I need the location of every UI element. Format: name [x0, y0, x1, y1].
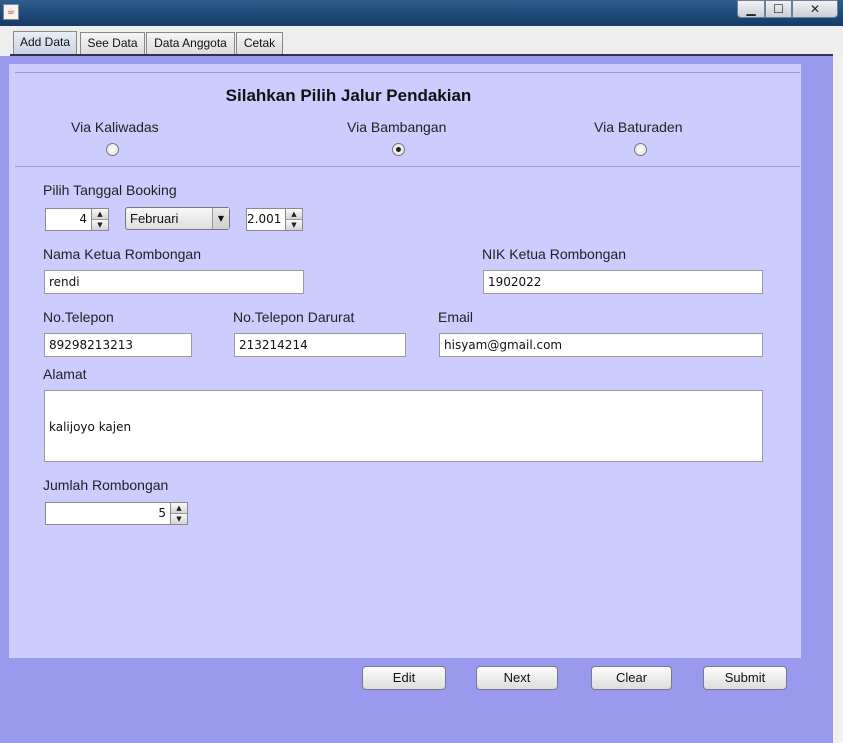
phone-field[interactable]: 89298213213 — [44, 333, 192, 357]
month-value: Februari — [130, 211, 179, 226]
leader-nik-label: NIK Ketua Rombongan — [482, 246, 626, 262]
month-select[interactable]: Februari ▼ — [125, 207, 230, 230]
tab-cetak[interactable]: Cetak — [236, 32, 283, 54]
chevron-down-icon[interactable]: ▼ — [212, 208, 229, 229]
tab-data-anggota[interactable]: Data Anggota — [146, 32, 235, 54]
window-right-border — [833, 56, 843, 743]
edit-button[interactable]: Edit — [362, 666, 446, 690]
route-separator — [15, 166, 800, 167]
tab-see-data[interactable]: See Data — [80, 32, 145, 54]
spinner-up-icon[interactable]: ▲ — [286, 209, 302, 220]
address-label: Alamat — [43, 366, 87, 382]
java-cup-icon: ☕ — [3, 4, 19, 20]
window-title-bar[interactable] — [0, 0, 843, 26]
route-label-bambangan: Via Bambangan — [347, 119, 447, 135]
next-button[interactable]: Next — [476, 666, 558, 690]
spinner-down-icon[interactable]: ▼ — [92, 219, 108, 230]
submit-button[interactable]: Submit — [703, 666, 787, 690]
page-title: Silahkan Pilih Jalur Pendakian — [225, 86, 472, 105]
close-button[interactable]: ✕ — [792, 0, 838, 18]
year-value[interactable]: 2.001 — [247, 209, 285, 230]
maximize-button[interactable]: ☐ — [765, 0, 792, 18]
email-field[interactable]: hisyam@gmail.com — [439, 333, 763, 357]
emergency-phone-label: No.Telepon Darurat — [233, 309, 355, 325]
day-spinner[interactable]: 4 ▲ ▼ — [45, 208, 109, 231]
spinner-down-icon[interactable]: ▼ — [286, 219, 302, 230]
form-panel — [9, 64, 801, 658]
group-size-label: Jumlah Rombongan — [43, 477, 169, 493]
route-radio-baturaden[interactable] — [634, 143, 647, 156]
address-textarea[interactable]: kalijoyo kajen — [44, 390, 763, 462]
day-value[interactable]: 4 — [46, 209, 91, 230]
minimize-button[interactable]: ▁ — [737, 0, 765, 18]
booking-date-label: Pilih Tanggal Booking — [43, 182, 177, 198]
emergency-phone-field[interactable]: 213214214 — [234, 333, 406, 357]
route-radio-kaliwadas[interactable] — [106, 143, 119, 156]
group-size-value[interactable]: 5 — [46, 503, 170, 524]
leader-nik-field[interactable]: 1902022 — [483, 270, 763, 294]
tab-add-data[interactable]: Add Data — [13, 31, 77, 55]
phone-label: No.Telepon — [43, 309, 114, 325]
route-radio-bambangan[interactable] — [392, 143, 405, 156]
spinner-up-icon[interactable]: ▲ — [92, 209, 108, 220]
route-label-baturaden: Via Baturaden — [594, 119, 683, 135]
top-separator — [15, 72, 800, 73]
leader-name-field[interactable]: rendi — [44, 270, 304, 294]
email-label: Email — [438, 309, 474, 325]
route-label-kaliwadas: Via Kaliwadas — [71, 119, 159, 135]
leader-name-label: Nama Ketua Rombongan — [43, 246, 201, 262]
group-size-spinner[interactable]: 5 ▲ ▼ — [45, 502, 188, 525]
year-spinner[interactable]: 2.001 ▲ ▼ — [246, 208, 303, 231]
spinner-down-icon[interactable]: ▼ — [171, 513, 187, 524]
spinner-up-icon[interactable]: ▲ — [171, 503, 187, 514]
clear-button[interactable]: Clear — [591, 666, 672, 690]
